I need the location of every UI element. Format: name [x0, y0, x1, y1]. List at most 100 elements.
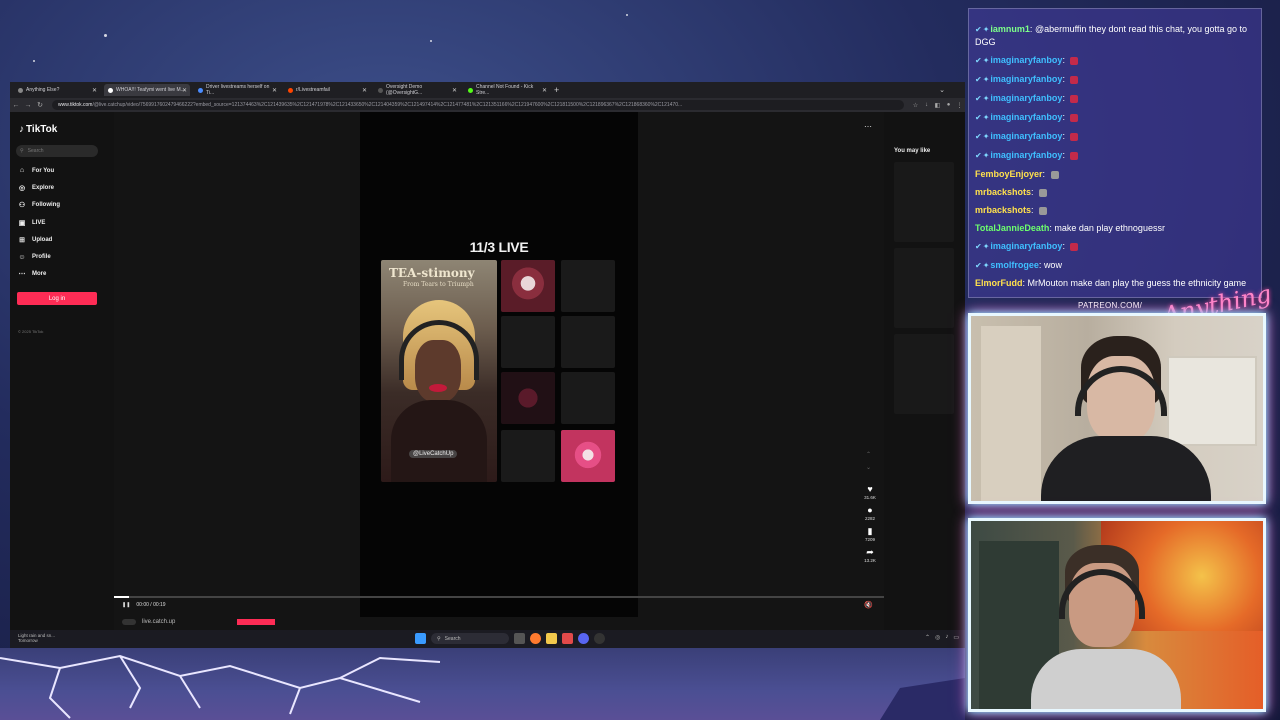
- browser-tab[interactable]: Anything Else? ✕: [14, 84, 100, 96]
- stream-chat: ✔✦iamnum1: @abermuffin they dont read th…: [968, 8, 1262, 298]
- chat-emote-icon: [1070, 113, 1079, 122]
- guest-cell: [501, 260, 555, 312]
- browser-tab[interactable]: r/Livestreamfail ✕: [284, 84, 370, 96]
- tab-label: Oversight Demo (@OversightG...: [386, 84, 423, 96]
- app-icon[interactable]: [562, 633, 573, 644]
- chat-username[interactable]: imaginaryfanboy: [990, 112, 1062, 122]
- video-progress-bar[interactable]: [114, 596, 884, 598]
- taskbar-search[interactable]: ⚲ Search: [431, 633, 509, 644]
- chat-username[interactable]: imaginaryfanboy: [990, 150, 1062, 160]
- profile-icon[interactable]: ●: [943, 102, 954, 108]
- recommended-video[interactable]: [894, 334, 954, 414]
- chat-username[interactable]: imaginaryfanboy: [990, 131, 1062, 141]
- scroll-arrows[interactable]: ⌃ ⌄: [866, 449, 871, 475]
- chat-username[interactable]: mrbackshots: [975, 205, 1031, 215]
- extension-icon[interactable]: ◧: [932, 102, 943, 109]
- search-input[interactable]: ⚲ Search: [16, 145, 98, 157]
- new-tab-icon[interactable]: +: [554, 85, 559, 95]
- guest-cell: [501, 430, 555, 482]
- firefox-icon[interactable]: [530, 633, 541, 644]
- sidebar-item-following[interactable]: ⚇ Following: [18, 197, 108, 214]
- chat-badge-icon: ✔: [975, 75, 982, 84]
- login-button[interactable]: Log in: [17, 292, 97, 305]
- chat-username[interactable]: imaginaryfanboy: [990, 74, 1062, 84]
- save-button[interactable]: ▮ 7209: [858, 526, 882, 542]
- task-view-icon[interactable]: [514, 633, 525, 644]
- network-icon[interactable]: ◎: [935, 634, 940, 641]
- url-input[interactable]: www.tiktok.com/@live.catchup/video/75699…: [52, 100, 904, 110]
- chat-emote-icon: [1039, 188, 1048, 197]
- chat-username[interactable]: ElmorFudd: [975, 278, 1023, 288]
- chat-username[interactable]: smolfrogee: [990, 260, 1039, 270]
- chat-text: make dan play ethnoguessr: [1054, 223, 1165, 233]
- like-button[interactable]: ♥ 31.6K: [858, 484, 882, 500]
- sidebar-item-profile[interactable]: ☺ Profile: [18, 248, 108, 265]
- sidebar-item-upload[interactable]: ⊞ Upload: [18, 231, 108, 248]
- pause-icon[interactable]: ❚❚: [122, 602, 130, 608]
- browser-tab[interactable]: Oversight Demo (@OversightG... ✕: [374, 84, 460, 96]
- author-name[interactable]: live.catch.up: [142, 619, 175, 625]
- back-icon[interactable]: ←: [10, 102, 22, 109]
- chat-badge-icon: ✔: [975, 94, 982, 103]
- chat-badge-icon: ✔: [975, 151, 982, 160]
- chevron-up-icon[interactable]: ⌃: [866, 449, 871, 462]
- users-icon: ⚇: [18, 202, 26, 210]
- browser-tab[interactable]: Channel Not Found - Kick Stre... ✕: [464, 84, 550, 96]
- video-frame[interactable]: 11/3 LIVE TEA-stimony From Tears to Triu…: [360, 112, 638, 617]
- tiktok-logo[interactable]: ♪ TikTok: [19, 124, 57, 135]
- volume-icon[interactable]: ♪: [945, 634, 948, 641]
- close-icon[interactable]: ✕: [362, 87, 367, 94]
- video-player[interactable]: 11/3 LIVE TEA-stimony From Tears to Triu…: [114, 112, 884, 630]
- mute-icon[interactable]: 🔇: [864, 601, 873, 609]
- chat-message: TotalJannieDeath: make dan play ethnogue…: [975, 219, 1259, 237]
- favicon-icon: [468, 87, 473, 93]
- chat-username[interactable]: imaginaryfanboy: [990, 241, 1062, 251]
- folder-icon[interactable]: [546, 633, 557, 644]
- windows-start-icon[interactable]: [415, 633, 426, 644]
- chat-username[interactable]: iamnum1: [990, 24, 1030, 34]
- browser-tab-active[interactable]: WHOA!!! Teafymi went live M... ✕: [104, 84, 190, 96]
- recommended-video[interactable]: [894, 248, 954, 328]
- chat-username[interactable]: FemboyEnjoyer: [975, 169, 1043, 179]
- browser-tab[interactable]: Driver livestreams herself on Ti... ✕: [194, 84, 280, 96]
- weather-widget[interactable]: Light rain and sn... Tomorrow: [18, 633, 55, 643]
- forward-icon[interactable]: →: [22, 102, 34, 109]
- menu-icon[interactable]: ⋮: [954, 102, 965, 109]
- chevron-up-icon[interactable]: ⌃: [925, 634, 930, 641]
- tiktok-note-icon: ♪: [19, 124, 24, 135]
- chat-username[interactable]: mrbackshots: [975, 187, 1031, 197]
- chat-text: wow: [1043, 260, 1062, 270]
- desktop-wallpaper-lightning: [0, 648, 965, 720]
- reload-icon[interactable]: ↻: [34, 101, 46, 109]
- more-options-icon[interactable]: ⋯: [864, 122, 872, 131]
- sidebar-item-for-you[interactable]: ⌂ For You: [18, 162, 108, 179]
- chevron-down-icon[interactable]: ⌄: [866, 462, 871, 475]
- recommended-video[interactable]: [894, 162, 954, 242]
- sidebar-item-explore[interactable]: ◎ Explore: [18, 179, 108, 196]
- obs-icon[interactable]: [594, 633, 605, 644]
- author-avatar[interactable]: [122, 619, 136, 625]
- tiktok-page: ♪ TikTok ⚲ Search ⌂ For You ◎ Explore ⚇ Follo…: [10, 112, 965, 630]
- download-icon[interactable]: ↓: [921, 102, 932, 108]
- comment-button[interactable]: ● 2282: [858, 505, 882, 521]
- close-icon[interactable]: ✕: [182, 87, 187, 94]
- chevron-down-icon[interactable]: ⌄: [939, 86, 945, 94]
- share-icon: ➦: [866, 547, 874, 557]
- sidebar-item-more[interactable]: ⋯ More: [18, 266, 108, 283]
- follow-button[interactable]: [237, 619, 276, 625]
- share-button[interactable]: ➦ 13.2K: [858, 547, 882, 563]
- chat-username[interactable]: TotalJannieDeath: [975, 223, 1049, 233]
- bookmark-star-icon[interactable]: ☆: [910, 102, 921, 109]
- battery-icon[interactable]: ▭: [953, 634, 959, 641]
- chat-username[interactable]: imaginaryfanboy: [990, 55, 1062, 65]
- close-icon[interactable]: ✕: [452, 87, 457, 94]
- close-icon[interactable]: ✕: [92, 87, 97, 94]
- discord-icon[interactable]: [578, 633, 589, 644]
- sidebar-item-live[interactable]: ▣ LIVE: [18, 214, 108, 231]
- chat-username[interactable]: imaginaryfanboy: [990, 93, 1062, 103]
- close-icon[interactable]: ✕: [272, 87, 277, 94]
- url-host: www.tiktok.com: [58, 102, 93, 108]
- star: [33, 60, 35, 62]
- close-icon[interactable]: ✕: [542, 87, 547, 94]
- chat-badge-icon: ✦: [982, 56, 990, 65]
